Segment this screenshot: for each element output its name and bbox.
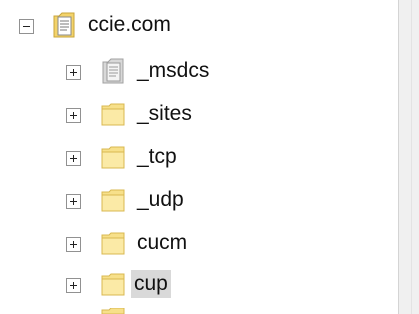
- zone-document-icon: [53, 12, 75, 38]
- tree-node-label[interactable]: _msdcs: [134, 57, 212, 85]
- folder-icon: [101, 146, 125, 169]
- folder-icon-partial: [101, 308, 125, 314]
- tree-node-tcp[interactable]: _tcp: [0, 143, 260, 173]
- vertical-scrollbar[interactable]: [398, 0, 419, 314]
- tree-node-label[interactable]: ccie.com: [85, 11, 174, 39]
- tree-node-cup[interactable]: cup: [0, 270, 260, 300]
- expand-toggle[interactable]: [66, 108, 81, 123]
- tree-node-label[interactable]: _udp: [134, 186, 187, 214]
- tree-node-label[interactable]: cucm: [134, 229, 190, 257]
- folder-icon: [101, 273, 125, 296]
- tree-node-label-selected[interactable]: cup: [131, 270, 171, 298]
- tree-node-udp[interactable]: _udp: [0, 186, 260, 216]
- folder-icon: [101, 103, 125, 126]
- expand-toggle[interactable]: [66, 278, 81, 293]
- folder-icon: [101, 189, 125, 212]
- expand-toggle[interactable]: [66, 151, 81, 166]
- expand-toggle[interactable]: [66, 65, 81, 80]
- tree-node-sites[interactable]: _sites: [0, 100, 260, 130]
- expand-toggle[interactable]: [66, 237, 81, 252]
- collapse-toggle[interactable]: [19, 19, 34, 34]
- tree-node-label[interactable]: _tcp: [134, 143, 180, 171]
- tree-node-label[interactable]: _sites: [134, 100, 195, 128]
- folder-icon: [101, 232, 125, 255]
- tree-node-cucm[interactable]: cucm: [0, 229, 260, 259]
- delegated-zone-icon: [102, 58, 124, 84]
- tree-node-root[interactable]: ccie.com: [0, 10, 260, 40]
- dns-tree-view[interactable]: ccie.com _msdcs _sites _tcp _udp cucm cu…: [0, 0, 398, 314]
- expand-toggle[interactable]: [66, 194, 81, 209]
- tree-node-msdcs[interactable]: _msdcs: [0, 57, 260, 87]
